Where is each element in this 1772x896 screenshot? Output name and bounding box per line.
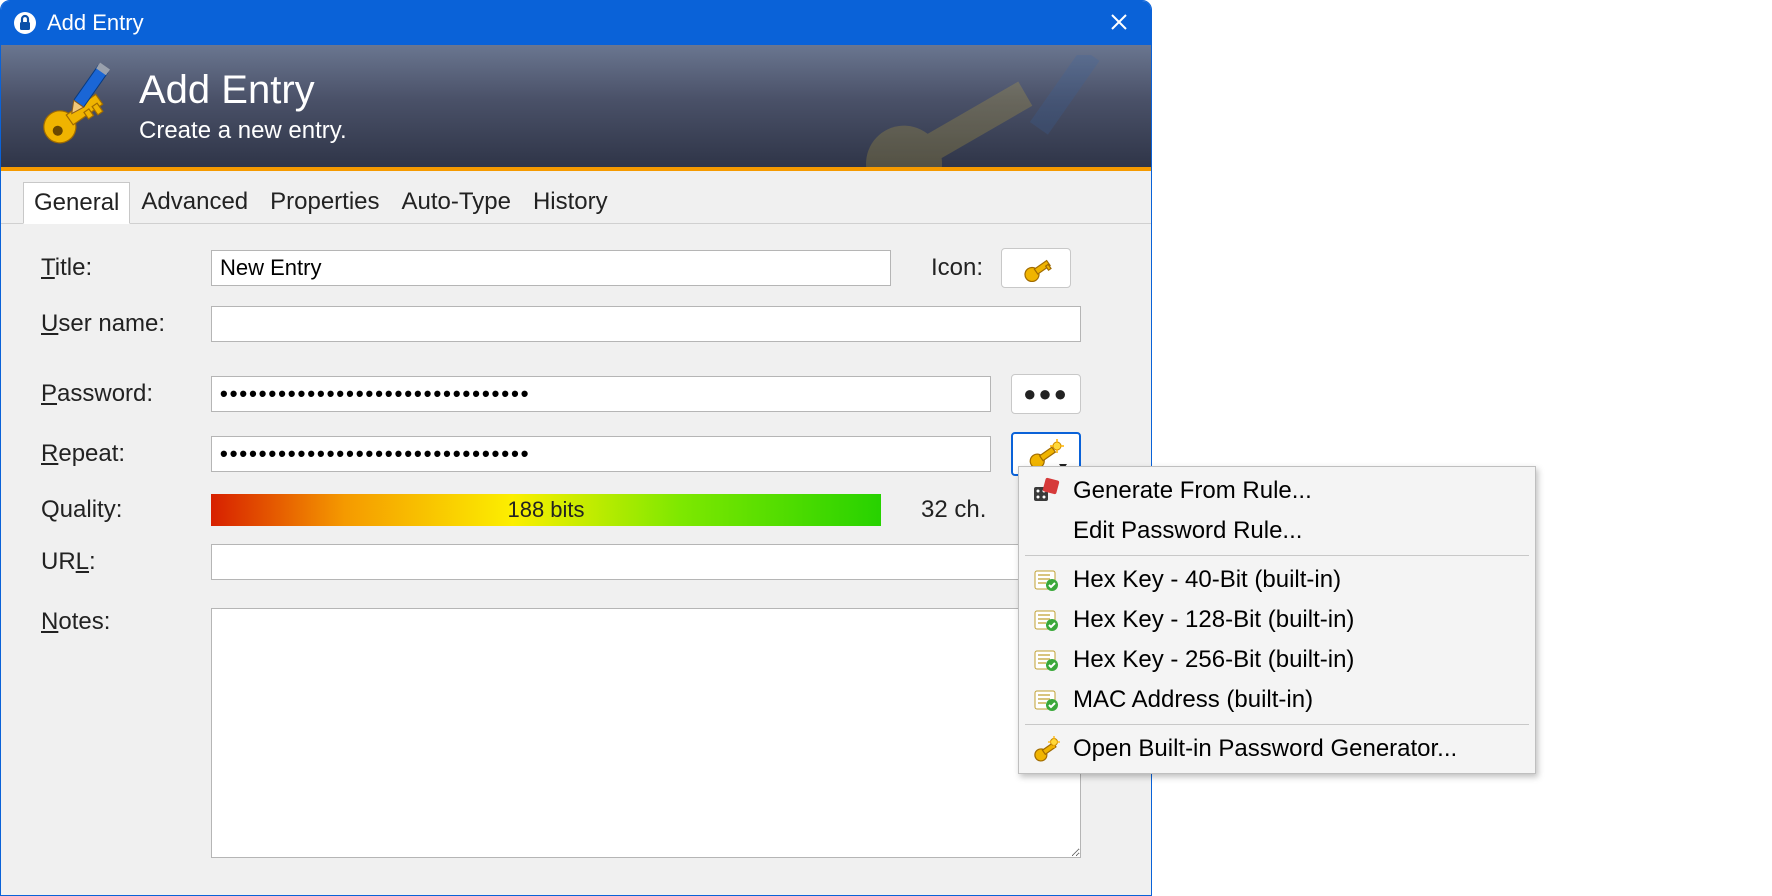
tab-general[interactable]: General [23,182,130,224]
notes-row: Notes: [41,608,1111,858]
tab-advanced[interactable]: Advanced [130,181,259,223]
decorative-key-icon [831,55,1131,171]
key-icon [1019,254,1053,282]
username-row: User name: [41,306,1111,342]
general-tab-panel: Title: Icon: User name: Password: [1,224,1151,896]
key-sparkle-icon [1027,736,1065,762]
dice-icon [1027,477,1065,505]
quality-bits: 188 bits [507,497,584,523]
add-entry-window: Add Entry [0,0,1152,896]
menu-label: Hex Key - 256-Bit (built-in) [1073,646,1354,674]
icon-picker-button[interactable] [1001,248,1071,288]
password-label: Password: [41,380,211,408]
username-label: User name: [41,310,211,338]
reveal-password-button[interactable]: ●●● [1011,374,1081,414]
header-subtitle: Create a new entry. [139,117,347,145]
menu-generate-from-rule[interactable]: Generate From Rule... [1019,471,1535,511]
notes-label: Notes: [41,608,211,636]
tab-properties[interactable]: Properties [259,181,390,223]
menu-label: Hex Key - 128-Bit (built-in) [1073,606,1354,634]
menu-hex-256[interactable]: Hex Key - 256-Bit (built-in) [1019,640,1535,680]
profile-check-icon [1027,647,1065,673]
header-title: Add Entry [139,68,347,113]
key-pencil-icon [27,61,117,151]
repeat-row: Repeat: [41,432,1111,476]
generate-password-menu: Generate From Rule... Edit Password Rule… [1018,466,1536,774]
url-label: URL: [41,548,211,576]
profile-check-icon [1027,607,1065,633]
tab-history[interactable]: History [522,181,619,223]
title-label: Title: [41,254,211,282]
tab-strip: General Advanced Properties Auto-Type Hi… [1,171,1151,224]
profile-check-icon [1027,567,1065,593]
url-input[interactable] [211,544,1081,580]
menu-label: Hex Key - 40-Bit (built-in) [1073,566,1341,594]
repeat-label: Repeat: [41,440,211,468]
header-banner: Add Entry Create a new entry. [1,45,1151,171]
menu-label: MAC Address (built-in) [1073,686,1313,714]
close-icon [1109,12,1129,32]
quality-row: Quality: 188 bits 32 ch. [41,494,1111,526]
menu-mac-address[interactable]: MAC Address (built-in) [1019,680,1535,720]
window-title: Add Entry [47,10,1099,36]
menu-label: Generate From Rule... [1073,477,1312,505]
quality-label: Quality: [41,496,211,524]
profile-check-icon [1027,687,1065,713]
quality-chars: 32 ch. [921,496,986,524]
close-button[interactable] [1099,8,1139,39]
menu-separator [1025,724,1529,725]
menu-label: Open Built-in Password Generator... [1073,735,1457,763]
dots-icon: ●●● [1023,381,1069,407]
quality-meter: 188 bits [211,494,881,526]
menu-open-generator[interactable]: Open Built-in Password Generator... [1019,729,1535,769]
title-row: Title: Icon: [41,248,1111,288]
menu-label: Edit Password Rule... [1073,517,1302,545]
titlebar: Add Entry [1,1,1151,45]
username-input[interactable] [211,306,1081,342]
tab-autotype[interactable]: Auto-Type [391,181,522,223]
password-row: Password: ●●● [41,374,1111,414]
repeat-input[interactable] [211,436,991,472]
menu-hex-40[interactable]: Hex Key - 40-Bit (built-in) [1019,560,1535,600]
menu-edit-password-rule[interactable]: Edit Password Rule... [1019,511,1535,551]
url-row: URL: [41,544,1111,580]
icon-label: Icon: [931,254,983,282]
title-input[interactable] [211,250,891,286]
notes-input[interactable] [211,608,1081,858]
password-input[interactable] [211,376,991,412]
lock-icon [13,11,37,35]
menu-separator [1025,555,1529,556]
menu-hex-128[interactable]: Hex Key - 128-Bit (built-in) [1019,600,1535,640]
